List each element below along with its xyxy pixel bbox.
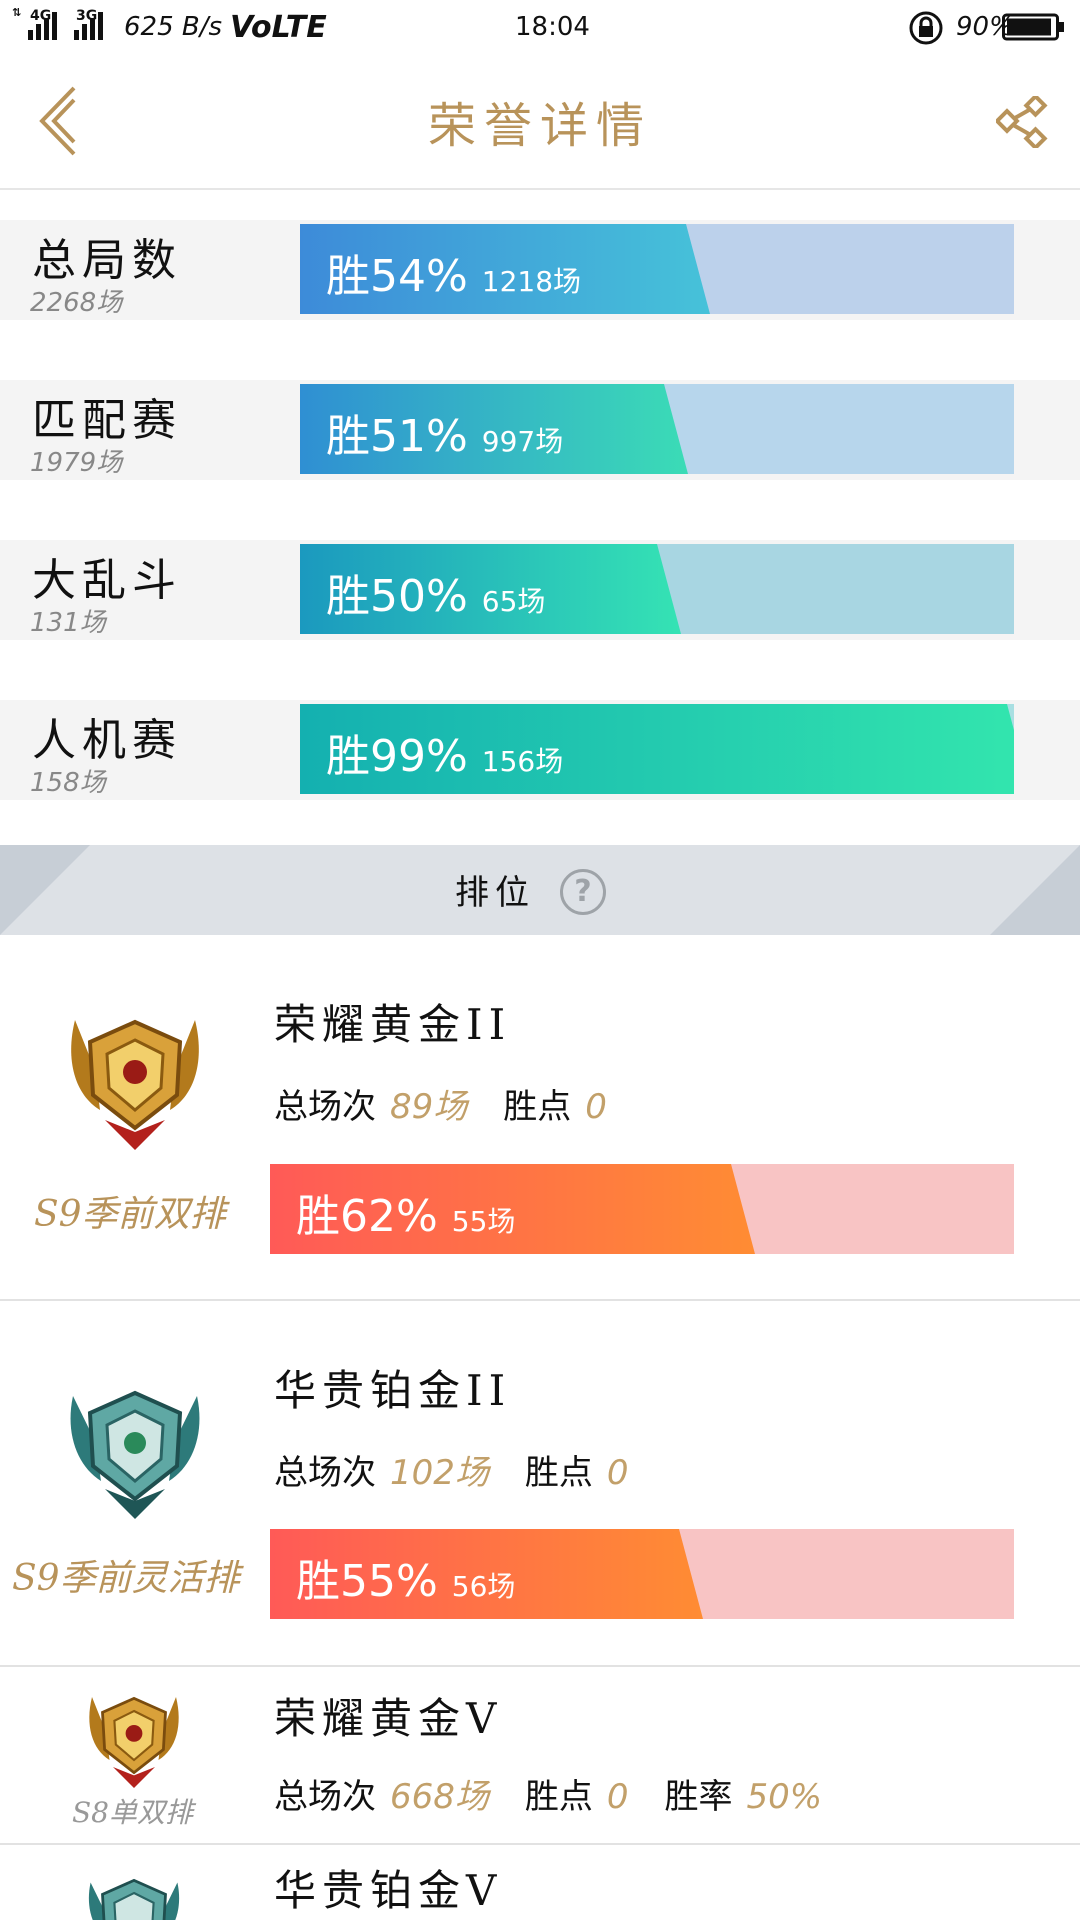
total-value: 89场	[390, 1087, 468, 1127]
mode-name: 大乱斗	[32, 555, 182, 606]
total-label: 总场次	[274, 1453, 376, 1493]
win-rate-label: 胜55%	[296, 1556, 438, 1607]
season-label: S8单双排	[72, 1796, 193, 1829]
win-rate-label: 胜62%	[296, 1191, 438, 1242]
win-games: 56场	[451, 1570, 516, 1603]
signal-icon	[28, 12, 57, 40]
win-rate-text: 胜62% 55场	[296, 1180, 515, 1244]
total-value: 102场	[390, 1453, 489, 1493]
win-rate-text: 胜51% 997场	[326, 400, 563, 464]
rate-value: 50%	[746, 1777, 823, 1817]
mode-name: 人机赛	[32, 715, 182, 766]
rank-name: 荣耀黄金II	[274, 1000, 512, 1049]
platinum-badge-icon	[70, 1390, 200, 1519]
points-value: 0	[606, 1453, 629, 1493]
rotation-lock-icon	[909, 11, 943, 45]
win-rate-bar: 胜51% 997场	[300, 384, 1014, 474]
platinum-badge-icon	[88, 1878, 180, 1920]
total-label: 总场次	[274, 1777, 376, 1817]
share-icon[interactable]	[996, 96, 1048, 148]
mode-name: 总局数	[32, 235, 182, 286]
gold-badge-icon	[71, 1019, 199, 1150]
win-rate-label: 胜50%	[326, 571, 468, 622]
volte-indicator: VoLTE	[230, 10, 327, 45]
win-rate-label: 胜51%	[326, 411, 468, 462]
page-title: 荣誉详情	[427, 98, 652, 154]
signal-icon	[74, 12, 103, 40]
rank-stats: 总场次 89场 胜点 0	[274, 1079, 643, 1128]
data-arrows-icon: ⇅	[12, 6, 22, 19]
mode-count: 158场	[30, 768, 106, 798]
rank-name: 华贵铂金V	[274, 1866, 503, 1915]
rank-stats: 总场次 102场 胜点 0	[274, 1445, 665, 1494]
win-rate-label: 胜54%	[326, 251, 468, 302]
total-value: 668场	[390, 1777, 489, 1817]
season-label: S9季前双排	[34, 1194, 226, 1235]
win-rate-text: 胜55% 56场	[296, 1545, 515, 1609]
clock: 18:04	[515, 12, 590, 42]
mode-count: 2268场	[30, 288, 123, 318]
ranked-title: 排位	[455, 873, 535, 913]
status-bar: ⇅ 4G 3G 625 B/s VoLTE 18:04 90%	[0, 0, 1080, 56]
win-games: 55场	[451, 1205, 516, 1238]
rank-card[interactable]: S8单双排 荣耀黄金V 总场次 668场 胜点 0 胜率 50%	[0, 1667, 1080, 1845]
points-label: 胜点	[503, 1087, 572, 1127]
mode-row-total[interactable]: 总局数 2268场 胜54% 1218场	[0, 220, 1080, 320]
win-games: 997场	[481, 425, 564, 458]
win-rate-bar: 胜62% 55场	[270, 1164, 1014, 1254]
battery-icon	[1002, 13, 1064, 41]
win-games: 1218场	[481, 265, 582, 298]
win-rate-text: 胜99% 156场	[326, 720, 563, 784]
win-rate-bar: 胜50% 65场	[300, 544, 1014, 634]
help-icon[interactable]: ?	[560, 869, 606, 915]
mode-row-brawl[interactable]: 大乱斗 131场 胜50% 65场	[0, 540, 1080, 640]
rank-name: 荣耀黄金V	[274, 1694, 503, 1743]
total-label: 总场次	[274, 1087, 376, 1127]
win-rate-text: 胜54% 1218场	[326, 240, 581, 304]
rate-label: 胜率	[664, 1777, 733, 1817]
points-label: 胜点	[524, 1453, 593, 1493]
mode-row-ai[interactable]: 人机赛 158场 胜99% 156场	[0, 700, 1080, 800]
rank-stats: 总场次 668场 胜点 0 胜率 50%	[274, 1769, 858, 1818]
network-speed: 625 B/s	[124, 12, 223, 42]
nav-header: 荣誉详情	[0, 56, 1080, 190]
win-games: 65场	[481, 585, 546, 618]
gold-badge-icon	[89, 1696, 179, 1788]
rank-name: 华贵铂金II	[274, 1366, 512, 1415]
win-rate-bar: 胜54% 1218场	[300, 224, 1014, 314]
points-value: 0	[606, 1777, 629, 1817]
points-value: 0	[585, 1087, 607, 1127]
header-decoration	[990, 845, 1080, 935]
rank-card[interactable]: S9季前灵活排 华贵铂金II 总场次 102场 胜点 0 胜55% 56场	[0, 1301, 1080, 1667]
win-rate-label: 胜99%	[326, 731, 468, 782]
rank-card[interactable]: 华贵铂金V	[0, 1845, 1080, 1920]
win-rate-bar: 胜55% 56场	[270, 1529, 1014, 1619]
win-games: 156场	[481, 745, 564, 778]
points-label: 胜点	[524, 1777, 593, 1817]
win-rate-text: 胜50% 65场	[326, 560, 545, 624]
rank-card[interactable]: S9季前双排 荣耀黄金II 总场次 89场 胜点 0 胜62% 55场	[0, 935, 1080, 1301]
mode-name: 匹配赛	[32, 395, 182, 446]
header-decoration	[0, 845, 90, 935]
season-label: S9季前灵活排	[12, 1558, 240, 1599]
mode-row-matching[interactable]: 匹配赛 1979场 胜51% 997场	[0, 380, 1080, 480]
mode-count: 131场	[30, 608, 106, 638]
mode-count: 1979场	[30, 448, 123, 478]
win-rate-bar: 胜99% 156场	[300, 704, 1014, 794]
ranked-section-header: 排位 ?	[0, 845, 1080, 935]
